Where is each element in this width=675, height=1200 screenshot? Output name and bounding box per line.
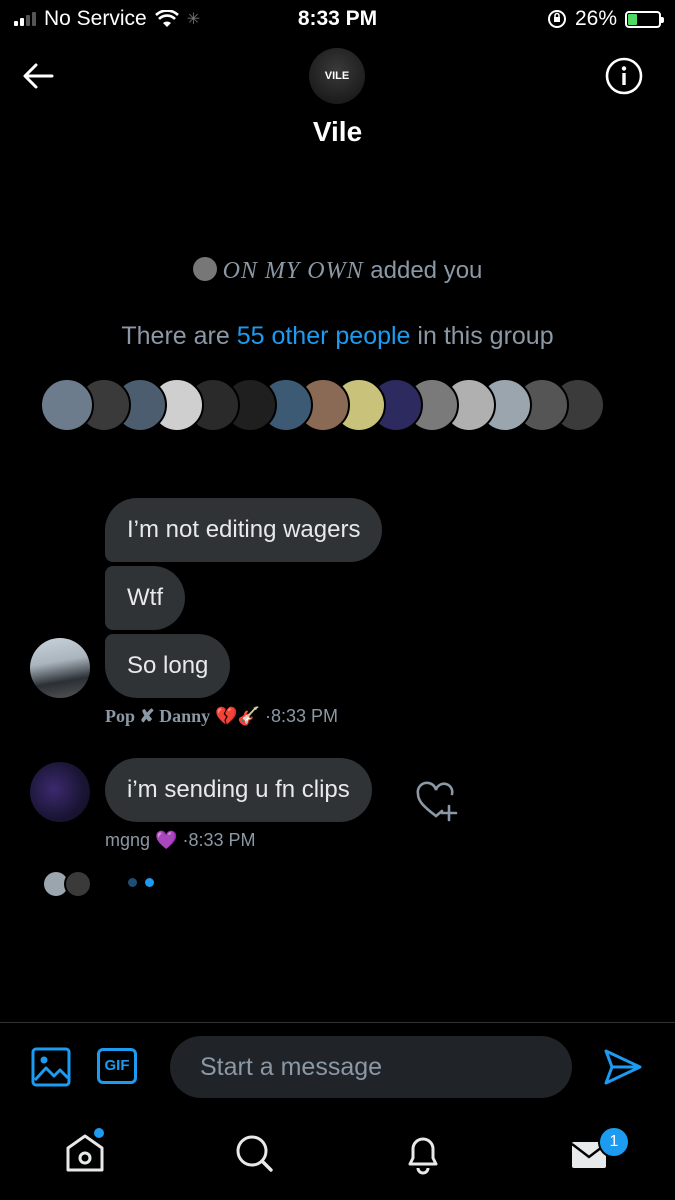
- sender-name[interactable]: mgng: [105, 830, 150, 850]
- search-icon[interactable]: [233, 1130, 275, 1176]
- member-avatar[interactable]: [40, 378, 94, 432]
- people-suffix: in this group: [417, 322, 554, 350]
- composer-divider: [0, 1022, 675, 1023]
- message-bubble[interactable]: Wtf: [105, 566, 185, 630]
- message-time: ·8:33 PM: [264, 706, 338, 726]
- added-suffix: added you: [370, 257, 483, 284]
- status-bar: No Service ✳ 8:33 PM 26%: [0, 0, 675, 38]
- added-notice: ON MY OWN added you: [0, 257, 675, 285]
- send-icon[interactable]: [602, 1046, 644, 1088]
- other-people-link[interactable]: 55 other people: [237, 322, 411, 350]
- message-bubble[interactable]: i’m sending u fn clips: [105, 758, 372, 822]
- back-arrow-icon[interactable]: [20, 58, 56, 94]
- conversation-title[interactable]: Vile: [0, 116, 675, 148]
- typing-indicator: [128, 878, 154, 887]
- group-members-notice: There are 55 other people in this group: [0, 322, 675, 351]
- sender-emoji: 💔🎸: [215, 706, 260, 726]
- sender-name[interactable]: Pop ✘ Danny: [105, 706, 210, 726]
- image-icon[interactable]: [30, 1046, 72, 1088]
- battery-percent: 26%: [574, 7, 617, 30]
- status-right: 26%: [547, 7, 664, 31]
- home-notification-dot: [94, 1128, 104, 1138]
- message-bubble[interactable]: So long: [105, 634, 231, 698]
- message-meta: Pop ✘ Danny 💔🎸 ·8:33 PM: [105, 706, 338, 727]
- bell-icon[interactable]: [402, 1130, 444, 1176]
- sender-emoji: 💜: [155, 830, 178, 850]
- adder-avatar: [192, 257, 217, 281]
- sender-avatar[interactable]: [30, 762, 90, 822]
- add-reaction-icon[interactable]: [414, 780, 458, 824]
- adder-name[interactable]: ON MY OWN: [223, 258, 364, 284]
- group-avatar-text: VILE: [324, 70, 350, 82]
- orientation-lock-icon: [547, 10, 566, 28]
- message-input[interactable]: [170, 1036, 572, 1098]
- typing-avatar: [64, 870, 92, 898]
- sender-avatar[interactable]: [30, 638, 90, 698]
- message-time: ·8:33 PM: [182, 830, 256, 850]
- battery-icon: [625, 10, 664, 28]
- info-icon[interactable]: [605, 57, 643, 95]
- gif-button[interactable]: GIF: [97, 1048, 137, 1084]
- message-bubble[interactable]: I’m not editing wagers: [105, 498, 383, 562]
- people-prefix: There are: [121, 322, 230, 350]
- messages-badge: 1: [598, 1126, 630, 1158]
- message-meta: mgng 💜 ·8:33 PM: [105, 830, 256, 851]
- group-avatar[interactable]: VILE: [309, 48, 365, 104]
